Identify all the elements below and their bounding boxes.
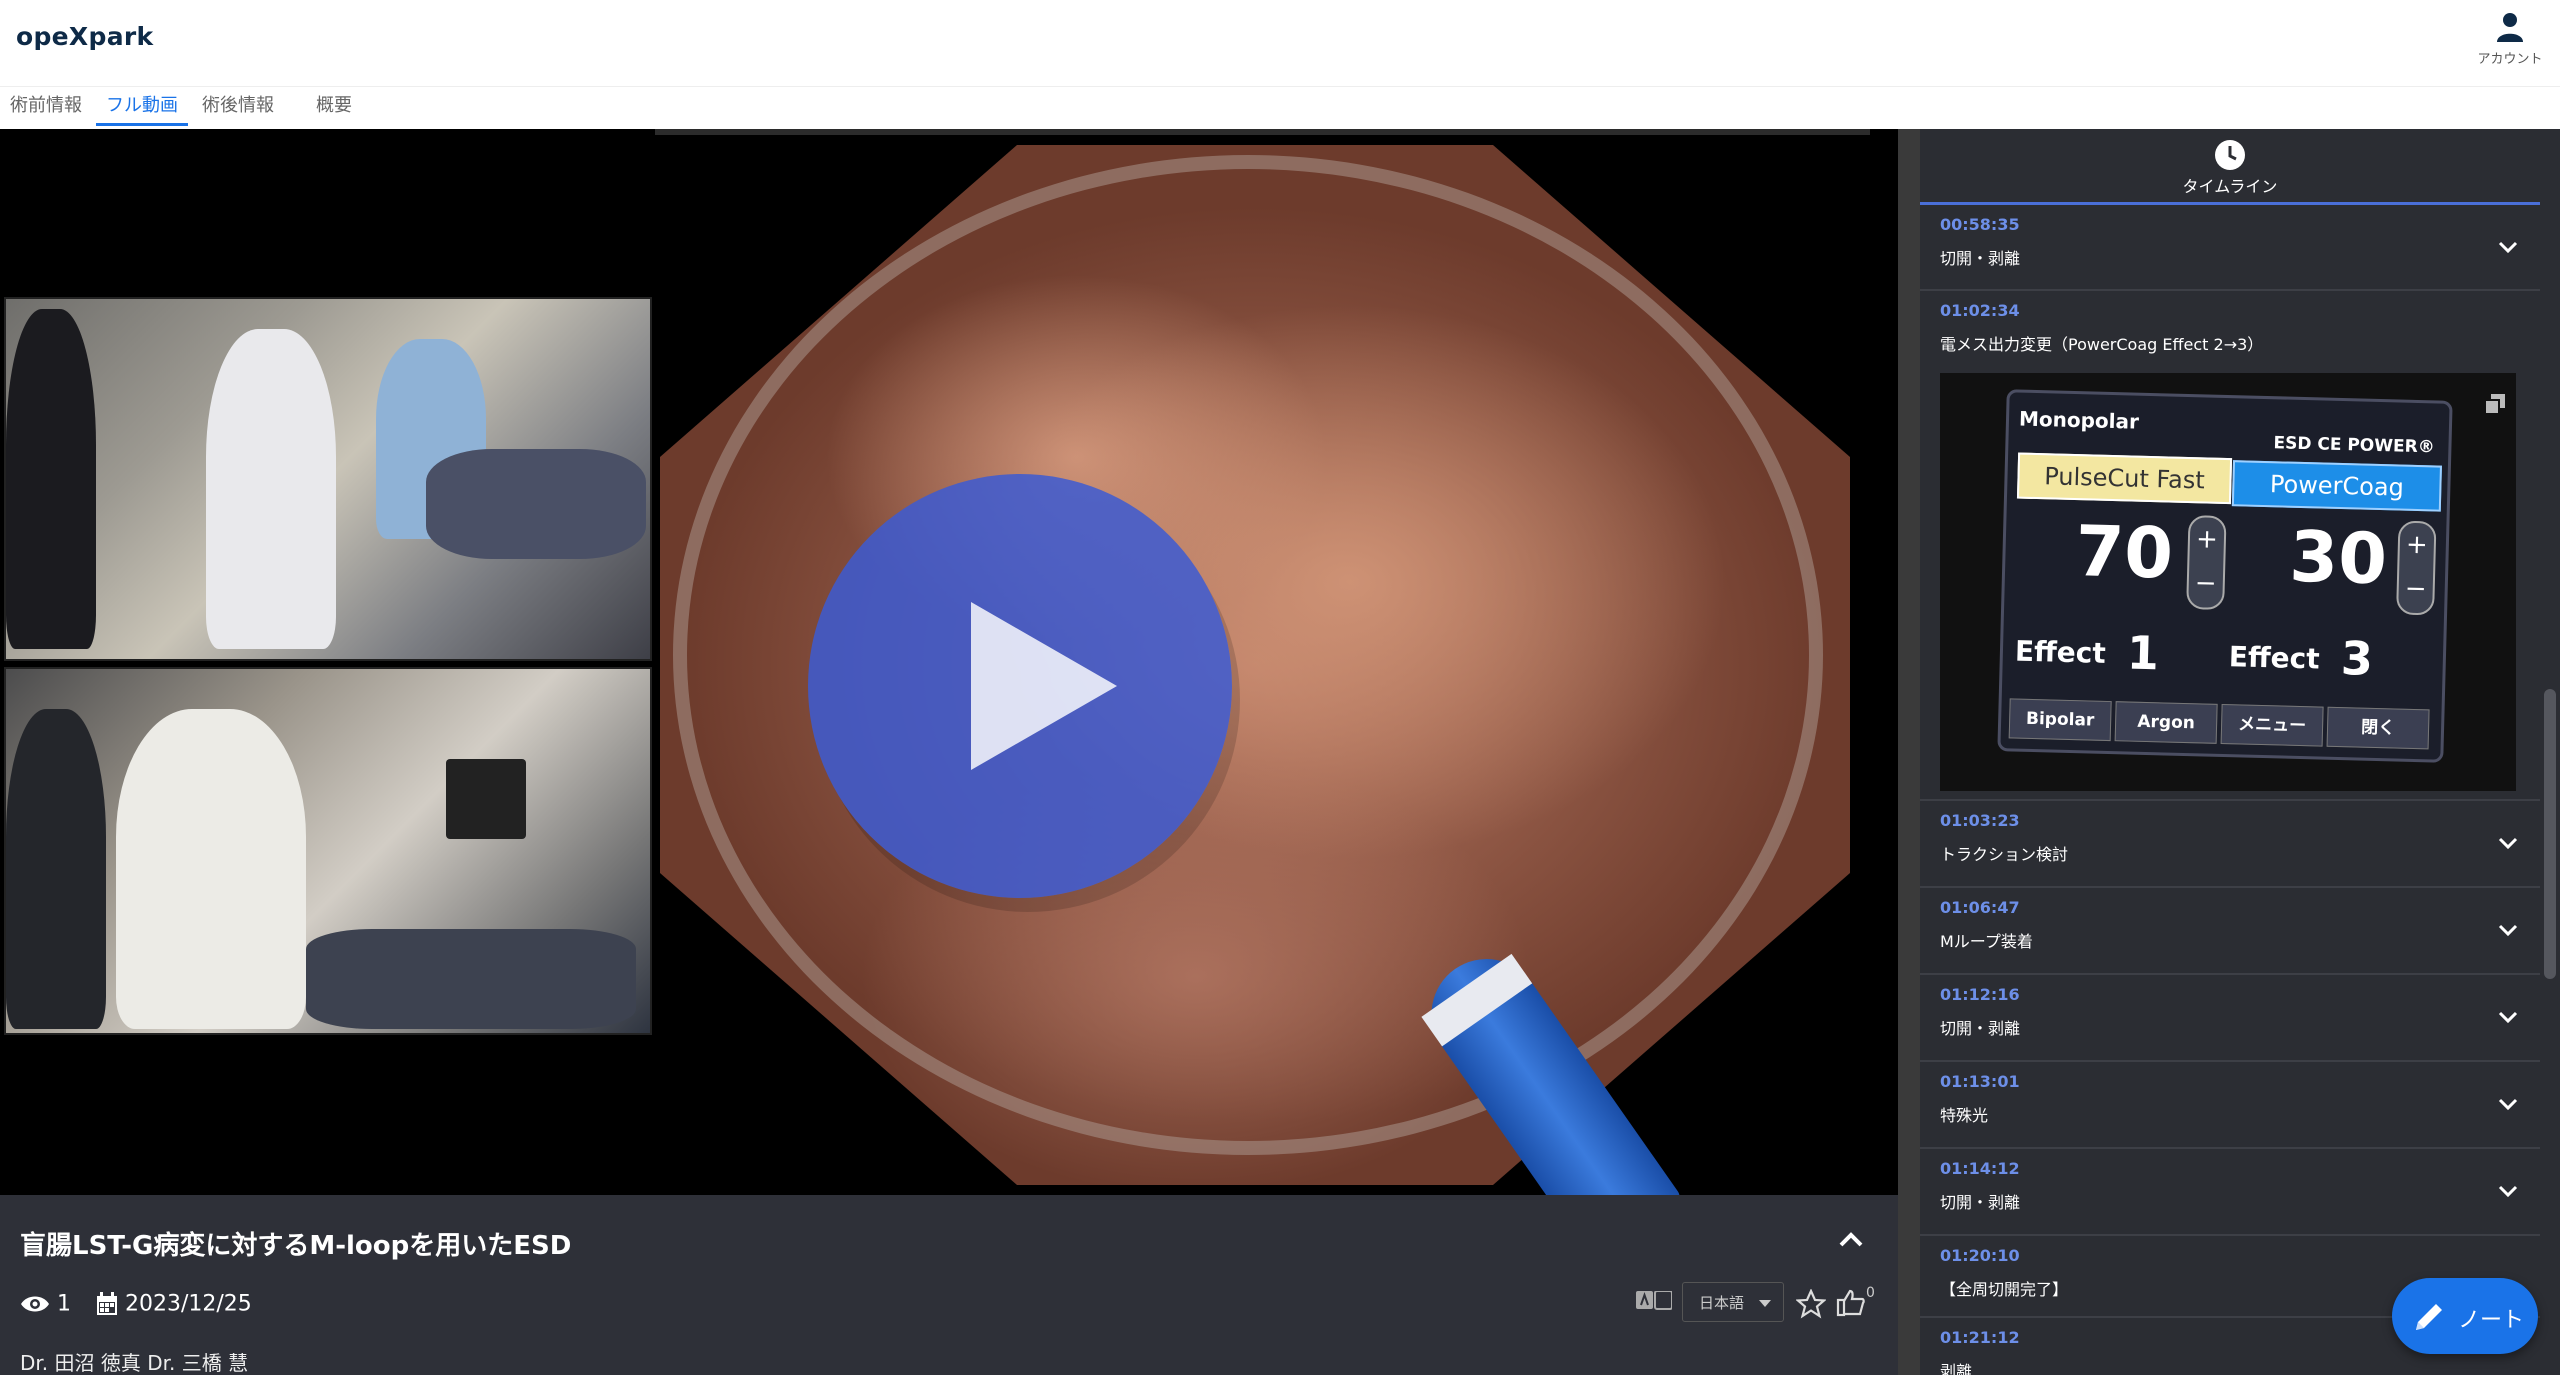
video-meta: 1 2023/12/25 <box>20 1291 252 1317</box>
timeline-item-time: 01:12:16 <box>1940 985 2020 1004</box>
thumbs-up-icon[interactable] <box>1836 1288 1866 1318</box>
note-button-label: ノート <box>2458 1308 2525 1333</box>
timeline-item-time: 01:06:47 <box>1940 898 2020 917</box>
timeline-panel: タイムライン 00:58:35 切開・剥離 01:02:34 電メス出力変更（P… <box>1920 129 2540 1375</box>
generator-cut-stepper: + − <box>2186 515 2227 610</box>
timeline-item-time: 00:58:35 <box>1940 215 2020 234</box>
timeline-title: タイムライン <box>2182 177 2278 196</box>
tab-bar: 術前情報 フル動画 術後情報 概要 <box>0 86 2560 127</box>
timeline-item-time: 01:13:01 <box>1940 1072 2020 1091</box>
generator-coag-effect: 3 <box>2340 631 2374 686</box>
generator-model: ESD CE POWER® <box>2273 433 2435 458</box>
timeline-item-label: Mループ装着 <box>1940 932 2033 951</box>
timeline-scrollbar[interactable] <box>2540 129 2560 1375</box>
account-label: アカウント <box>2477 52 2543 67</box>
timeline-item-label: 【全周切開完了】 <box>1940 1280 2069 1299</box>
pencil-icon <box>2416 1304 2442 1330</box>
generator-coag-mode: PowerCoag <box>2231 460 2442 512</box>
video-authors: Dr. 田沼 徳真 Dr. 三橋 慧 <box>20 1351 249 1375</box>
timeline-scrollbar-thumb[interactable] <box>2544 689 2556 979</box>
copy-icon[interactable] <box>2484 393 2506 415</box>
generator-argon-button: Argon <box>2114 701 2218 744</box>
timeline-item-label: 電メス出力変更（PowerCoag Effect 2→3） <box>1940 335 2264 354</box>
video-player[interactable]: opeXpark <box>0 129 1898 1195</box>
timeline-item-label: 剥離 <box>1940 1362 1973 1375</box>
timeline-item[interactable]: 01:14:12 切開・剥離 <box>1920 1149 2540 1236</box>
eye-icon <box>21 1296 49 1312</box>
generator-mode: Monopolar <box>2018 406 2140 434</box>
tab-postop-info[interactable]: 術後情報 <box>192 87 284 125</box>
caret-down-icon <box>1759 1300 1771 1307</box>
timeline-item-time: 01:20:10 <box>1940 1246 2020 1265</box>
generator-button-row: Bipolar Argon メニュー 閉く <box>2008 698 2434 750</box>
timeline-item[interactable]: 01:13:01 特殊光 <box>1920 1062 2540 1149</box>
play-icon <box>971 602 1117 770</box>
chevron-down-icon[interactable] <box>2496 1179 2520 1203</box>
generator-close-button: 閉く <box>2326 706 2430 750</box>
app-header: opeXpark アカウント <box>0 0 2560 82</box>
timeline-item-time: 01:14:12 <box>1940 1159 2020 1178</box>
chevron-up-icon[interactable] <box>1836 1225 1866 1255</box>
publish-date: 2023/12/25 <box>125 1291 252 1317</box>
generator-bipolar-button: Bipolar <box>2008 698 2112 742</box>
tab-preop-info[interactable]: 術前情報 <box>0 87 92 125</box>
timeline-item-time: 01:02:34 <box>1940 301 2020 320</box>
timeline-thumbnail[interactable]: Monopolar ESD CE POWER® PulseCut Fast Po… <box>1940 373 2516 791</box>
generator-menu-button: メニュー <box>2220 703 2324 747</box>
timeline-item-label: 切開・剥離 <box>1940 1193 2021 1212</box>
timeline-item-label: トラクション検討 <box>1940 845 2069 864</box>
play-button[interactable] <box>808 474 1232 898</box>
translate-icon <box>1636 1291 1672 1310</box>
chevron-down-icon[interactable] <box>2496 1092 2520 1116</box>
calendar-icon <box>97 1292 117 1315</box>
account-icon <box>2497 13 2523 42</box>
chevron-down-icon[interactable] <box>2496 831 2520 855</box>
chevron-down-icon[interactable] <box>2496 1005 2520 1029</box>
tab-full-video[interactable]: フル動画 <box>96 87 188 126</box>
language-select[interactable]: 日本語 <box>1682 1282 1784 1322</box>
note-button[interactable]: ノート <box>2392 1278 2538 1354</box>
timeline-item-label: 特殊光 <box>1940 1106 1989 1125</box>
like-count: 0 <box>1866 1285 1875 1301</box>
generator-coag-stepper: + − <box>2396 520 2437 616</box>
generator-cut-effect-label: Effect <box>2014 634 2107 670</box>
timeline-item-time: 01:21:12 <box>1940 1328 2020 1347</box>
generator-cut-effect: 1 <box>2126 625 2160 681</box>
panel-resizer[interactable] <box>1898 129 1920 1375</box>
clock-icon <box>2215 140 2245 170</box>
timeline-item[interactable]: 00:58:35 切開・剥離 <box>1920 205 2540 291</box>
generator-screen: Monopolar ESD CE POWER® PulseCut Fast Po… <box>1997 389 2453 763</box>
tab-overview[interactable]: 概要 <box>306 87 362 125</box>
timeline-item-label: 切開・剥離 <box>1940 249 2021 268</box>
generator-cut-value: 70 <box>2074 510 2175 595</box>
operating-room-camera-top <box>4 297 652 661</box>
timeline-header: タイムライン <box>1920 129 2540 205</box>
star-icon[interactable] <box>1796 1289 1826 1319</box>
generator-coag-value: 30 <box>2288 515 2388 601</box>
chevron-down-icon[interactable] <box>2496 918 2520 942</box>
video-title: 盲腸LST-G病変に対するM-loopを用いたESD <box>20 1231 572 1261</box>
chevron-down-icon[interactable] <box>2496 235 2520 259</box>
account-button[interactable]: アカウント <box>2470 12 2550 78</box>
generator-cut-mode: PulseCut Fast <box>2016 452 2233 505</box>
timeline-item-time: 01:03:23 <box>1940 811 2020 830</box>
timeline-item[interactable]: 01:12:16 切開・剥離 <box>1920 975 2540 1062</box>
operating-room-camera-bottom <box>4 667 652 1035</box>
generator-coag-effect-label: Effect <box>2228 640 2321 676</box>
timeline-item[interactable]: 01:06:47 Mループ装着 <box>1920 888 2540 975</box>
language-select-value: 日本語 <box>1699 1294 1745 1312</box>
view-count: 1 <box>57 1291 71 1317</box>
video-info-panel: 盲腸LST-G病変に対するM-loopを用いたESD 1 2023/12/25 … <box>0 1195 1898 1375</box>
timeline-item[interactable]: 01:03:23 トラクション検討 <box>1920 801 2540 888</box>
brand-logo[interactable]: opeXpark <box>16 22 153 51</box>
timeline-item-label: 切開・剥離 <box>1940 1019 2021 1038</box>
timeline-item-expanded[interactable]: 01:02:34 電メス出力変更（PowerCoag Effect 2→3） M… <box>1920 291 2540 801</box>
